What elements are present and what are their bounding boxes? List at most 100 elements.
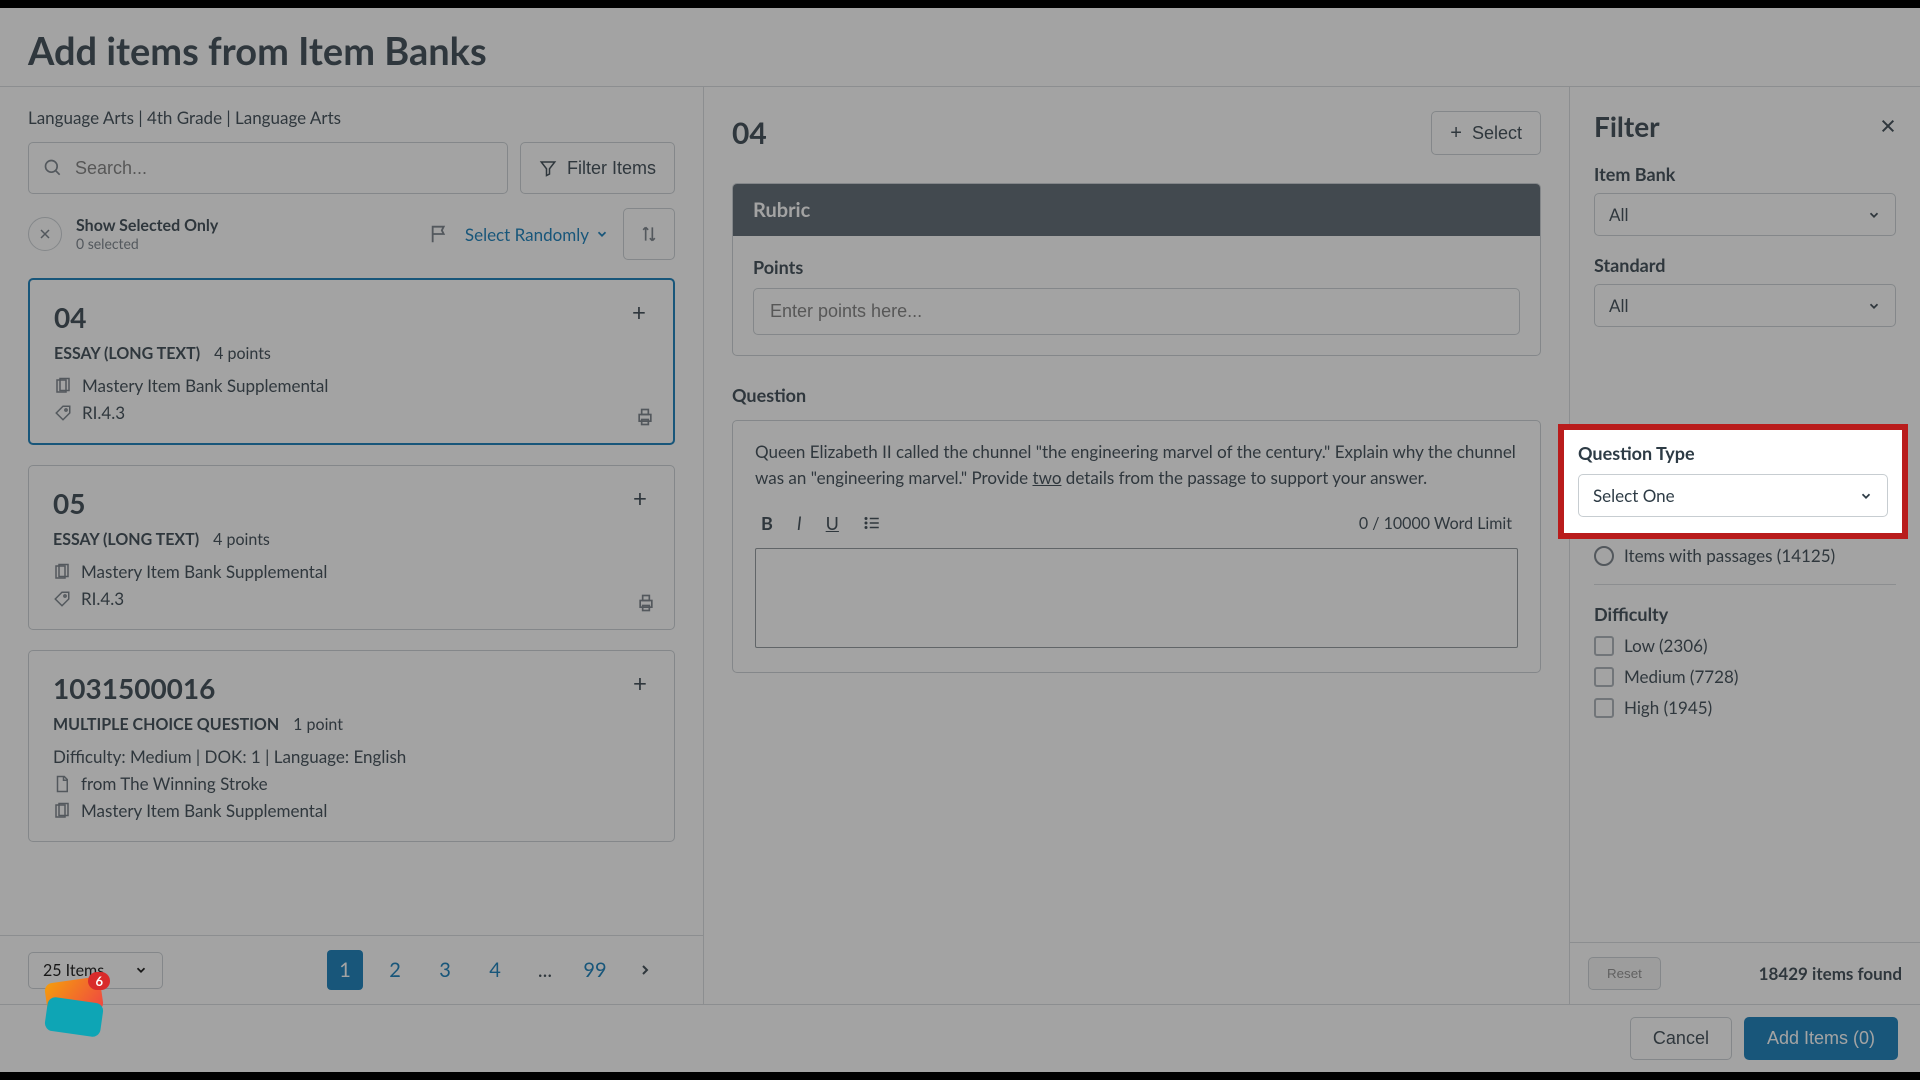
search-input[interactable] [75,158,493,179]
rubric-header: Rubric [733,184,1540,236]
tag-icon [53,590,71,608]
underline-button[interactable]: U [826,512,839,534]
add-item-button[interactable]: + [624,482,656,514]
chevron-down-icon [595,227,609,241]
checkbox-icon [1594,636,1614,656]
question-type-highlight: Question Type Select One [1558,424,1908,539]
tag-icon [54,404,72,422]
sort-button[interactable] [623,208,675,260]
printer-icon [636,593,656,613]
preview-panel: 04 + Select Rubric Points Question Queen… [704,87,1570,1004]
preview-title: 04 [732,115,767,151]
item-title: 04 [54,300,649,334]
page-1[interactable]: 1 [327,950,363,990]
filter-panel: Filter Item Bank All Standard All [1570,87,1920,1004]
notification-badge: 6 [88,972,110,990]
footer-bar: Cancel Add Items (0) [0,1004,1920,1072]
item-bank-label: Item Bank [1594,163,1896,185]
add-item-button[interactable]: + [623,296,655,328]
item-passage: from The Winning Stroke [81,773,268,794]
clear-selection-button[interactable] [28,217,62,251]
difficulty-medium-label: Medium (7728) [1624,666,1738,687]
difficulty-low-label: Low (2306) [1624,635,1708,656]
page-4[interactable]: 4 [477,950,513,990]
bullet-list-button[interactable] [863,514,881,532]
select-item-button[interactable]: + Select [1431,111,1541,155]
filter-icon [539,159,557,177]
item-difficulty-row: Difficulty: Medium | DOK: 1 | Language: … [53,746,650,767]
standard-value: All [1609,295,1629,316]
item-card[interactable]: 04 ESSAY (LONG TEXT) 4 points Mastery It… [28,278,675,445]
cancel-button[interactable]: Cancel [1630,1017,1732,1060]
item-card[interactable]: 05 ESSAY (LONG TEXT) 4 points Mastery It… [28,465,675,630]
search-input-wrapper[interactable] [28,142,508,194]
print-button[interactable] [635,407,655,427]
plus-icon: + [1450,122,1462,145]
page-2[interactable]: 2 [377,950,413,990]
item-points: 4 points [213,530,270,549]
item-points: 1 point [293,715,343,734]
chevron-down-icon [1859,489,1873,503]
passages-option-with[interactable]: Items with passages (14125) [1594,545,1896,566]
item-list-panel: Language Arts | 4th Grade | Language Art… [0,87,704,1004]
standard-label: Standard [1594,254,1896,276]
question-box: Queen Elizabeth II called the chunnel "t… [732,420,1541,673]
item-standard: RI.4.3 [82,402,125,423]
difficulty-low[interactable]: Low (2306) [1594,635,1896,656]
chevron-down-icon [1867,299,1881,313]
item-bank-value: All [1609,204,1629,225]
checkbox-icon [1594,667,1614,687]
show-selected-label: Show Selected Only [76,216,218,235]
list-icon [863,514,881,532]
page-ellipsis: ... [527,950,563,990]
item-title: 1031500016 [53,671,650,705]
item-bank-name: Mastery Item Bank Supplemental [81,561,327,582]
close-icon [39,228,51,240]
select-randomly-label: Select Randomly [465,224,589,245]
question-type-value: Select One [1593,485,1675,506]
page-next[interactable] [627,950,663,990]
show-selected-toggle[interactable]: Show Selected Only 0 selected [76,216,218,252]
close-filter-button[interactable] [1880,118,1896,134]
item-type: MULTIPLE CHOICE QUESTION [53,715,279,734]
page-99[interactable]: 99 [577,950,613,990]
points-input[interactable] [753,288,1520,335]
print-button[interactable] [636,593,656,613]
answer-textarea[interactable] [755,548,1518,648]
pagination: 25 Items 1 2 3 4 ... 99 [0,935,703,1004]
add-items-button[interactable]: Add Items (0) [1744,1017,1898,1060]
help-widget[interactable]: 6 [46,980,102,1034]
chevron-right-icon [637,962,653,978]
difficulty-medium[interactable]: Medium (7728) [1594,666,1896,687]
item-bank-name: Mastery Item Bank Supplemental [82,375,328,396]
item-type: ESSAY (LONG TEXT) [53,530,199,549]
passages-with-label: Items with passages (14125) [1624,545,1835,566]
bold-button[interactable]: B [761,512,773,534]
checkbox-icon [1594,698,1614,718]
question-type-select[interactable]: Select One [1578,474,1888,517]
add-item-button[interactable]: + [624,667,656,699]
sort-icon [639,224,659,244]
selected-count: 0 selected [76,235,218,252]
item-card[interactable]: 1031500016 MULTIPLE CHOICE QUESTION 1 po… [28,650,675,842]
page-3[interactable]: 3 [427,950,463,990]
select-randomly-button[interactable]: Select Randomly [465,224,609,245]
difficulty-high-label: High (1945) [1624,697,1712,718]
breadcrumb: Language Arts | 4th Grade | Language Art… [28,107,675,128]
chevron-down-icon [134,963,148,977]
bank-icon [53,802,71,820]
reset-button[interactable]: Reset [1588,957,1661,990]
flag-icon [429,223,451,245]
filter-items-button[interactable]: Filter Items [520,142,675,194]
italic-button[interactable]: I [797,512,802,534]
item-bank-select[interactable]: All [1594,193,1896,236]
question-text: Queen Elizabeth II called the chunnel "t… [755,439,1518,490]
filter-title: Filter [1594,109,1660,143]
standard-select[interactable]: All [1594,284,1896,327]
item-title: 05 [53,486,650,520]
page-title: Add items from Item Banks [28,28,1892,74]
document-icon [53,775,71,793]
item-bank-name: Mastery Item Bank Supplemental [81,800,327,821]
difficulty-high[interactable]: High (1945) [1594,697,1896,718]
item-standard: RI.4.3 [81,588,124,609]
